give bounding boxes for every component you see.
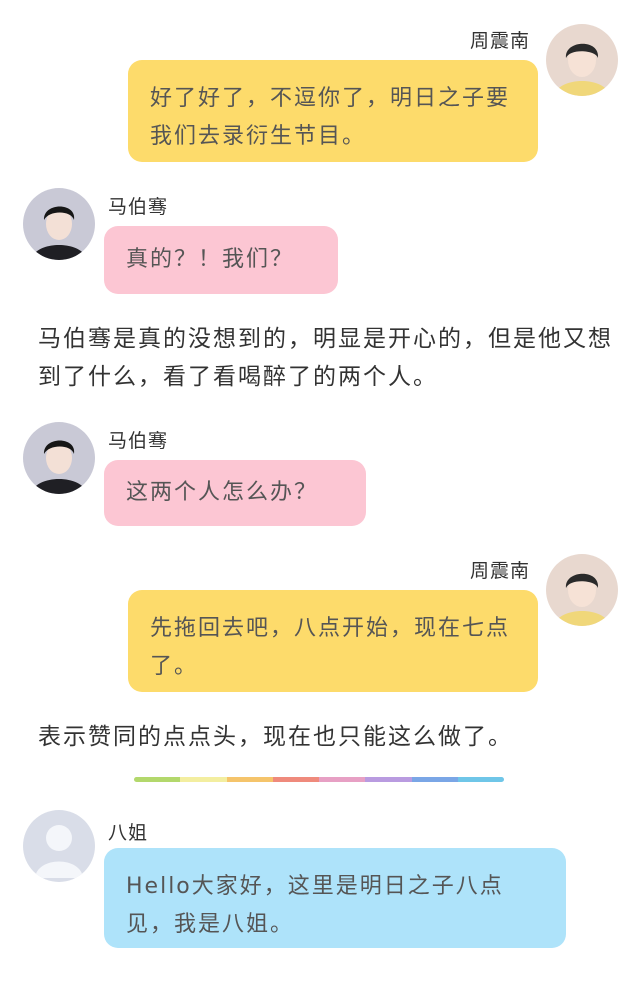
- divider-segment: [272, 777, 319, 782]
- message-bubble: 先拖回去吧，八点开始，现在七点了。: [128, 590, 538, 692]
- speaker-name: 马伯骞: [108, 430, 169, 452]
- portrait-avatar-zhou-icon[interactable]: [546, 554, 618, 626]
- speaker-name: 周震南: [470, 560, 531, 582]
- message-bubble: 真的？！我们？: [104, 226, 338, 294]
- default-user-avatar-icon[interactable]: [23, 810, 95, 882]
- portrait-avatar-ma-icon[interactable]: [23, 422, 95, 494]
- message-bubble: 这两个人怎么办？: [104, 460, 366, 526]
- portrait-avatar-ma-icon[interactable]: [23, 188, 95, 260]
- divider-segment: [457, 777, 504, 782]
- rainbow-divider: [134, 777, 504, 782]
- speaker-name: 马伯骞: [108, 196, 169, 218]
- message-bubble: 好了好了，不逗你了，明日之子要我们去录衍生节目。: [128, 60, 538, 162]
- divider-segment: [134, 777, 181, 782]
- divider-segment: [180, 777, 227, 782]
- narration-text: 马伯骞是真的没想到的，明显是开心的，但是他又想到了什么，看了看喝醉了的两个人。: [38, 326, 613, 390]
- divider-segment: [411, 777, 458, 782]
- divider-segment: [365, 777, 412, 782]
- speaker-name: 八姐: [108, 822, 149, 844]
- narration-text: 表示赞同的点点头，现在也只能这么做了。: [38, 724, 513, 750]
- speaker-name: 周震南: [470, 30, 531, 52]
- message-bubble: Hello大家好，这里是明日之子八点见，我是八姐。: [104, 848, 566, 948]
- divider-segment: [319, 777, 366, 782]
- portrait-avatar-zhou-icon[interactable]: [546, 24, 618, 96]
- divider-segment: [226, 777, 273, 782]
